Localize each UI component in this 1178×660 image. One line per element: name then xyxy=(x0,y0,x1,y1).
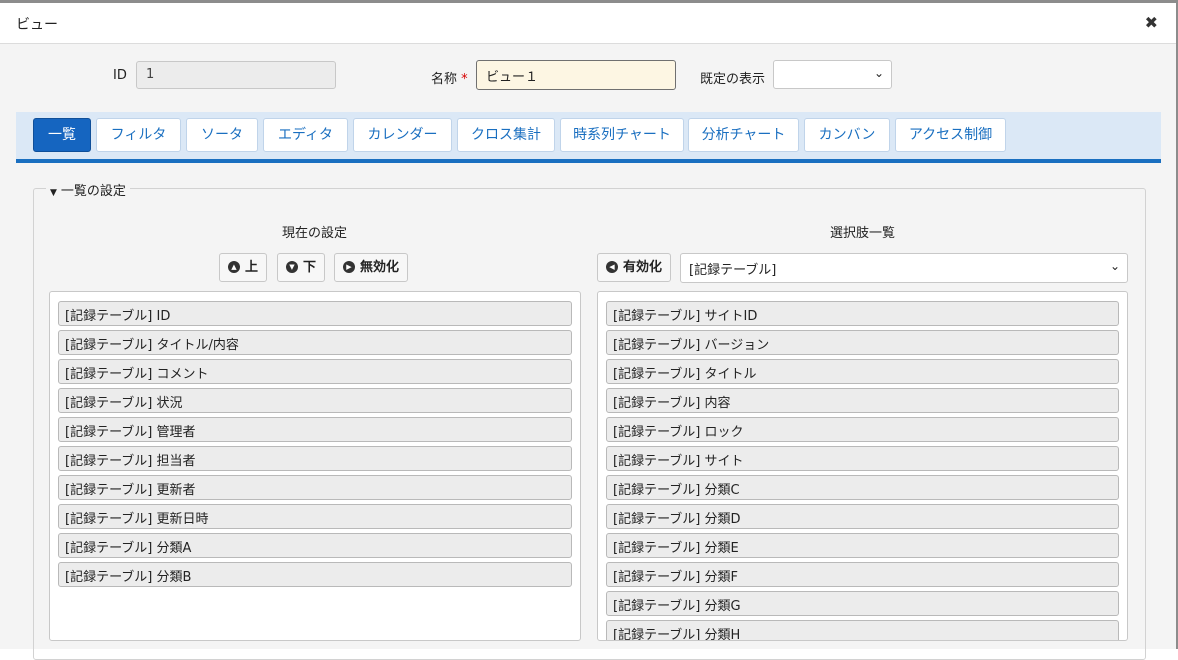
options-list-heading: 選択肢一覧 xyxy=(829,226,895,241)
tab-crosstab[interactable]: クロス集計 xyxy=(457,118,555,152)
option-column-item[interactable]: [記録テーブル] バージョン xyxy=(606,330,1119,355)
tab-sorter[interactable]: ソータ xyxy=(186,118,258,152)
caret-down-icon: ▼ xyxy=(50,188,57,198)
option-column-item[interactable]: [記録テーブル] 分類D xyxy=(606,504,1119,529)
arrow-right-icon: ▶ xyxy=(343,260,355,273)
current-column-item[interactable]: [記録テーブル] 担当者 xyxy=(58,446,572,471)
option-column-item[interactable]: [記録テーブル] 分類E xyxy=(606,533,1119,558)
move-up-button[interactable]: ▲ 上 xyxy=(219,253,268,282)
list-settings-title: 一覧の設定 xyxy=(60,184,126,199)
option-column-item[interactable]: [記録テーブル] タイトル xyxy=(606,359,1119,384)
default-display-select[interactable]: ⌄ xyxy=(773,60,892,89)
enable-label: 有効化 xyxy=(623,260,663,275)
list-settings-legend[interactable]: ▼ 一覧の設定 xyxy=(46,180,130,199)
tab-filter[interactable]: フィルタ xyxy=(96,118,181,152)
arrow-left-icon: ◀ xyxy=(606,260,618,273)
option-column-item[interactable]: [記録テーブル] 分類F xyxy=(606,562,1119,587)
move-down-label: 下 xyxy=(303,260,317,275)
current-column-item[interactable]: [記録テーブル] コメント xyxy=(58,359,572,384)
option-column-item[interactable]: [記録テーブル] 分類H xyxy=(606,620,1119,640)
dialog-body: ID 1 名称 * ビュー１ 既定の表示 ⌄ 一覧 フィルタ ソータ エディタ … xyxy=(0,44,1176,660)
id-field: 1 xyxy=(136,61,336,89)
name-label-text: 名称 xyxy=(431,72,458,87)
tab-access-control[interactable]: アクセス制御 xyxy=(895,118,1006,152)
available-columns-list[interactable]: [記録テーブル] サイトID [記録テーブル] バージョン [記録テーブル] タ… xyxy=(597,291,1128,641)
current-columns-list[interactable]: [記録テーブル] ID [記録テーブル] タイトル/内容 [記録テーブル] コメ… xyxy=(49,291,581,641)
option-column-item[interactable]: [記録テーブル] 内容 xyxy=(606,388,1119,413)
tab-analysis[interactable]: 分析チャート xyxy=(688,118,799,152)
current-column-item[interactable]: [記録テーブル] 管理者 xyxy=(58,417,572,442)
name-label: 名称 * xyxy=(431,68,468,87)
tab-list[interactable]: 一覧 xyxy=(33,118,91,152)
name-input[interactable]: ビュー１ xyxy=(476,60,676,90)
column-source-value: [記録テーブル] xyxy=(689,263,777,278)
tab-editor[interactable]: エディタ xyxy=(263,118,348,152)
option-column-item[interactable]: [記録テーブル] サイトID xyxy=(606,301,1119,326)
default-display-label: 既定の表示 xyxy=(700,72,766,87)
tab-kanban[interactable]: カンバン xyxy=(804,118,890,152)
tab-calendar[interactable]: カレンダー xyxy=(353,118,452,152)
option-column-item[interactable]: [記録テーブル] 分類C xyxy=(606,475,1119,500)
arrow-up-icon: ▲ xyxy=(228,260,240,273)
option-column-item[interactable]: [記録テーブル] ロック xyxy=(606,417,1119,442)
id-label: ID xyxy=(113,68,127,83)
arrow-down-icon: ▼ xyxy=(286,260,298,273)
tab-timeseries[interactable]: 時系列チャート xyxy=(560,118,684,152)
current-column-item[interactable]: [記録テーブル] 分類A xyxy=(58,533,572,558)
close-icon[interactable]: ✖ xyxy=(1145,13,1158,32)
disable-button[interactable]: ▶ 無効化 xyxy=(334,253,409,282)
current-column-item[interactable]: [記録テーブル] 更新日時 xyxy=(58,504,572,529)
dialog-title: ビュー xyxy=(16,17,58,33)
current-column-item[interactable]: [記録テーブル] タイトル/内容 xyxy=(58,330,572,355)
chevron-down-icon: ⌄ xyxy=(1109,259,1120,273)
move-up-label: 上 xyxy=(245,260,259,275)
option-column-item[interactable]: [記録テーブル] サイト xyxy=(606,446,1119,471)
current-column-item[interactable]: [記録テーブル] 分類B xyxy=(58,562,572,587)
required-mark: * xyxy=(461,72,468,87)
disable-label: 無効化 xyxy=(360,260,400,275)
chevron-down-icon: ⌄ xyxy=(873,66,884,80)
move-down-button[interactable]: ▼ 下 xyxy=(277,253,326,282)
current-column-item[interactable]: [記録テーブル] 更新者 xyxy=(58,475,572,500)
current-column-item[interactable]: [記録テーブル] ID xyxy=(58,301,572,326)
current-column-item[interactable]: [記録テーブル] 状況 xyxy=(58,388,572,413)
option-column-item[interactable]: [記録テーブル] 分類G xyxy=(606,591,1119,616)
tab-bar: 一覧 フィルタ ソータ エディタ カレンダー クロス集計 時系列チャート 分析チ… xyxy=(16,112,1161,163)
dialog-titlebar: ビュー ✖ xyxy=(0,3,1176,44)
enable-button[interactable]: ◀ 有効化 xyxy=(597,253,672,282)
current-settings-heading: 現在の設定 xyxy=(281,226,347,241)
column-source-select[interactable]: [記録テーブル] ⌄ xyxy=(680,253,1128,283)
